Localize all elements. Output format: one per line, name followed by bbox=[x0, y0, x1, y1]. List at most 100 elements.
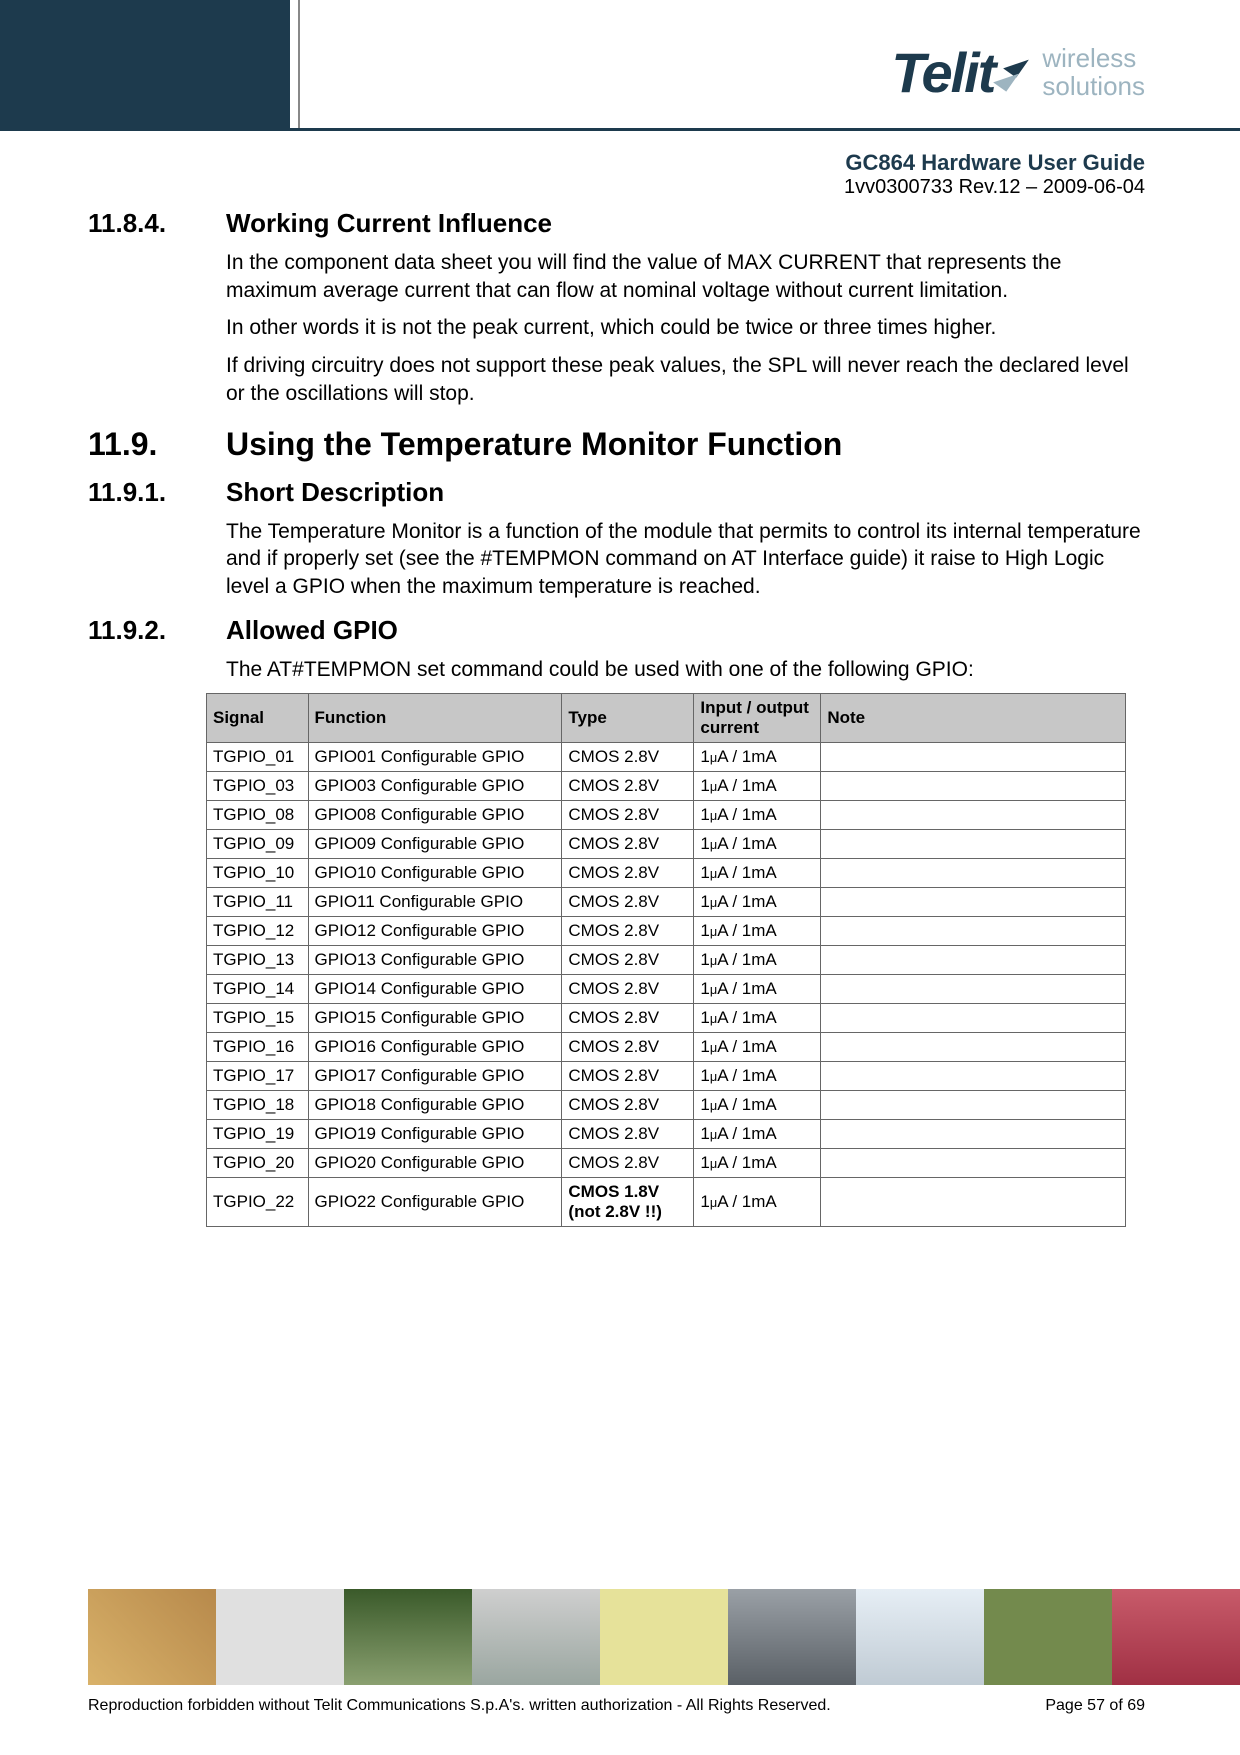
footer-thumb bbox=[88, 1589, 216, 1685]
table-row: TGPIO_01GPIO01 Configurable GPIOCMOS 2.8… bbox=[207, 742, 1126, 771]
cell-function: GPIO20 Configurable GPIO bbox=[308, 1148, 562, 1177]
cell-note bbox=[821, 974, 1126, 1003]
cell-type: CMOS 2.8V bbox=[562, 1119, 694, 1148]
doc-meta: GC864 Hardware User Guide 1vv0300733 Rev… bbox=[844, 150, 1145, 199]
cell-function: GPIO14 Configurable GPIO bbox=[308, 974, 562, 1003]
section-title: Using the Temperature Monitor Function bbox=[226, 426, 842, 463]
section-11-8-4-heading: 11.8.4. Working Current Influence bbox=[88, 208, 1145, 239]
page-header: Telit wireless solutions bbox=[0, 0, 1240, 140]
section-number: 11.9. bbox=[88, 426, 226, 463]
table-row: TGPIO_09GPIO09 Configurable GPIOCMOS 2.8… bbox=[207, 829, 1126, 858]
cell-type: CMOS 2.8V bbox=[562, 1061, 694, 1090]
cell-note bbox=[821, 1032, 1126, 1061]
table-row: TGPIO_03GPIO03 Configurable GPIOCMOS 2.8… bbox=[207, 771, 1126, 800]
cell-signal: TGPIO_14 bbox=[207, 974, 309, 1003]
gpio-table: Signal Function Type Input / output curr… bbox=[206, 693, 1126, 1226]
logo-sub-line2: solutions bbox=[1042, 71, 1145, 101]
table-row: TGPIO_08GPIO08 Configurable GPIOCMOS 2.8… bbox=[207, 800, 1126, 829]
cell-io: 1μA / 1mA bbox=[694, 858, 821, 887]
cell-type: CMOS 2.8V bbox=[562, 771, 694, 800]
cell-io: 1μA / 1mA bbox=[694, 916, 821, 945]
logo-dart-icon bbox=[998, 49, 1032, 97]
header-stripe bbox=[0, 128, 1240, 131]
logo: Telit wireless solutions bbox=[891, 40, 1145, 105]
table-row: TGPIO_10GPIO10 Configurable GPIOCMOS 2.8… bbox=[207, 858, 1126, 887]
section-11-9-heading: 11.9. Using the Temperature Monitor Func… bbox=[88, 426, 1145, 463]
footer-thumb bbox=[728, 1589, 856, 1685]
table-row: TGPIO_20GPIO20 Configurable GPIOCMOS 2.8… bbox=[207, 1148, 1126, 1177]
cell-note bbox=[821, 800, 1126, 829]
section-title: Short Description bbox=[226, 477, 444, 508]
cell-type: CMOS 2.8V bbox=[562, 829, 694, 858]
cell-signal: TGPIO_19 bbox=[207, 1119, 309, 1148]
section-title: Allowed GPIO bbox=[226, 615, 398, 646]
table-row: TGPIO_19GPIO19 Configurable GPIOCMOS 2.8… bbox=[207, 1119, 1126, 1148]
cell-note bbox=[821, 1119, 1126, 1148]
cell-signal: TGPIO_18 bbox=[207, 1090, 309, 1119]
table-row: TGPIO_12GPIO12 Configurable GPIOCMOS 2.8… bbox=[207, 916, 1126, 945]
cell-type: CMOS 2.8V bbox=[562, 1090, 694, 1119]
logo-sub-line1: wireless bbox=[1042, 43, 1136, 73]
table-row: TGPIO_11GPIO11 Configurable GPIOCMOS 2.8… bbox=[207, 887, 1126, 916]
cell-io: 1μA / 1mA bbox=[694, 1003, 821, 1032]
table-row: TGPIO_14GPIO14 Configurable GPIOCMOS 2.8… bbox=[207, 974, 1126, 1003]
cell-signal: TGPIO_11 bbox=[207, 887, 309, 916]
table-row: TGPIO_18GPIO18 Configurable GPIOCMOS 2.8… bbox=[207, 1090, 1126, 1119]
cell-signal: TGPIO_03 bbox=[207, 771, 309, 800]
cell-type: CMOS 2.8V bbox=[562, 916, 694, 945]
cell-note bbox=[821, 1177, 1126, 1226]
cell-io: 1μA / 1mA bbox=[694, 1148, 821, 1177]
section-11-9-2-heading: 11.9.2. Allowed GPIO bbox=[88, 615, 1145, 646]
cell-io: 1μA / 1mA bbox=[694, 1119, 821, 1148]
footer-copyright: Reproduction forbidden without Telit Com… bbox=[88, 1697, 831, 1715]
footer-image-strip bbox=[88, 1589, 1240, 1685]
section-title: Working Current Influence bbox=[226, 208, 552, 239]
cell-io: 1μA / 1mA bbox=[694, 1032, 821, 1061]
footer-thumb bbox=[216, 1589, 344, 1685]
table-header-row: Signal Function Type Input / output curr… bbox=[207, 694, 1126, 742]
cell-note bbox=[821, 1061, 1126, 1090]
section-number: 11.9.2. bbox=[88, 615, 226, 646]
cell-note bbox=[821, 742, 1126, 771]
cell-type: CMOS 2.8V bbox=[562, 800, 694, 829]
footer-thumb bbox=[856, 1589, 984, 1685]
cell-io: 1μA / 1mA bbox=[694, 1090, 821, 1119]
table-row: TGPIO_16GPIO16 Configurable GPIOCMOS 2.8… bbox=[207, 1032, 1126, 1061]
cell-function: GPIO11 Configurable GPIO bbox=[308, 887, 562, 916]
cell-type: CMOS 2.8V bbox=[562, 1148, 694, 1177]
th-signal: Signal bbox=[207, 694, 309, 742]
cell-function: GPIO01 Configurable GPIO bbox=[308, 742, 562, 771]
cell-type: CMOS 2.8V bbox=[562, 742, 694, 771]
footer-thumb bbox=[344, 1589, 472, 1685]
paragraph: If driving circuitry does not support th… bbox=[226, 352, 1145, 407]
logo-text: Telit bbox=[891, 40, 994, 105]
cell-signal: TGPIO_10 bbox=[207, 858, 309, 887]
cell-function: GPIO08 Configurable GPIO bbox=[308, 800, 562, 829]
header-divider bbox=[298, 0, 300, 128]
cell-io: 1μA / 1mA bbox=[694, 974, 821, 1003]
cell-type: CMOS 2.8V bbox=[562, 974, 694, 1003]
logo-subtitle: wireless solutions bbox=[1042, 45, 1145, 100]
cell-note bbox=[821, 1148, 1126, 1177]
cell-function: GPIO09 Configurable GPIO bbox=[308, 829, 562, 858]
table-row: TGPIO_17GPIO17 Configurable GPIOCMOS 2.8… bbox=[207, 1061, 1126, 1090]
page-footer: Reproduction forbidden without Telit Com… bbox=[88, 1697, 1145, 1715]
table-row: TGPIO_22GPIO22 Configurable GPIOCMOS 1.8… bbox=[207, 1177, 1126, 1226]
cell-signal: TGPIO_08 bbox=[207, 800, 309, 829]
cell-io: 1μA / 1mA bbox=[694, 1061, 821, 1090]
cell-function: GPIO22 Configurable GPIO bbox=[308, 1177, 562, 1226]
cell-type: CMOS 2.8V bbox=[562, 887, 694, 916]
cell-io: 1μA / 1mA bbox=[694, 829, 821, 858]
cell-type: CMOS 2.8V bbox=[562, 945, 694, 974]
doc-title: GC864 Hardware User Guide bbox=[844, 150, 1145, 176]
cell-function: GPIO19 Configurable GPIO bbox=[308, 1119, 562, 1148]
footer-thumb bbox=[1112, 1589, 1240, 1685]
cell-type: CMOS 2.8V bbox=[562, 858, 694, 887]
paragraph: In other words it is not the peak curren… bbox=[226, 314, 1145, 342]
footer-thumb bbox=[984, 1589, 1112, 1685]
page-content: 11.8.4. Working Current Influence In the… bbox=[88, 200, 1145, 1227]
doc-revision: 1vv0300733 Rev.12 – 2009-06-04 bbox=[844, 176, 1145, 199]
cell-io: 1μA / 1mA bbox=[694, 1177, 821, 1226]
section-11-9-1-heading: 11.9.1. Short Description bbox=[88, 477, 1145, 508]
cell-signal: TGPIO_15 bbox=[207, 1003, 309, 1032]
